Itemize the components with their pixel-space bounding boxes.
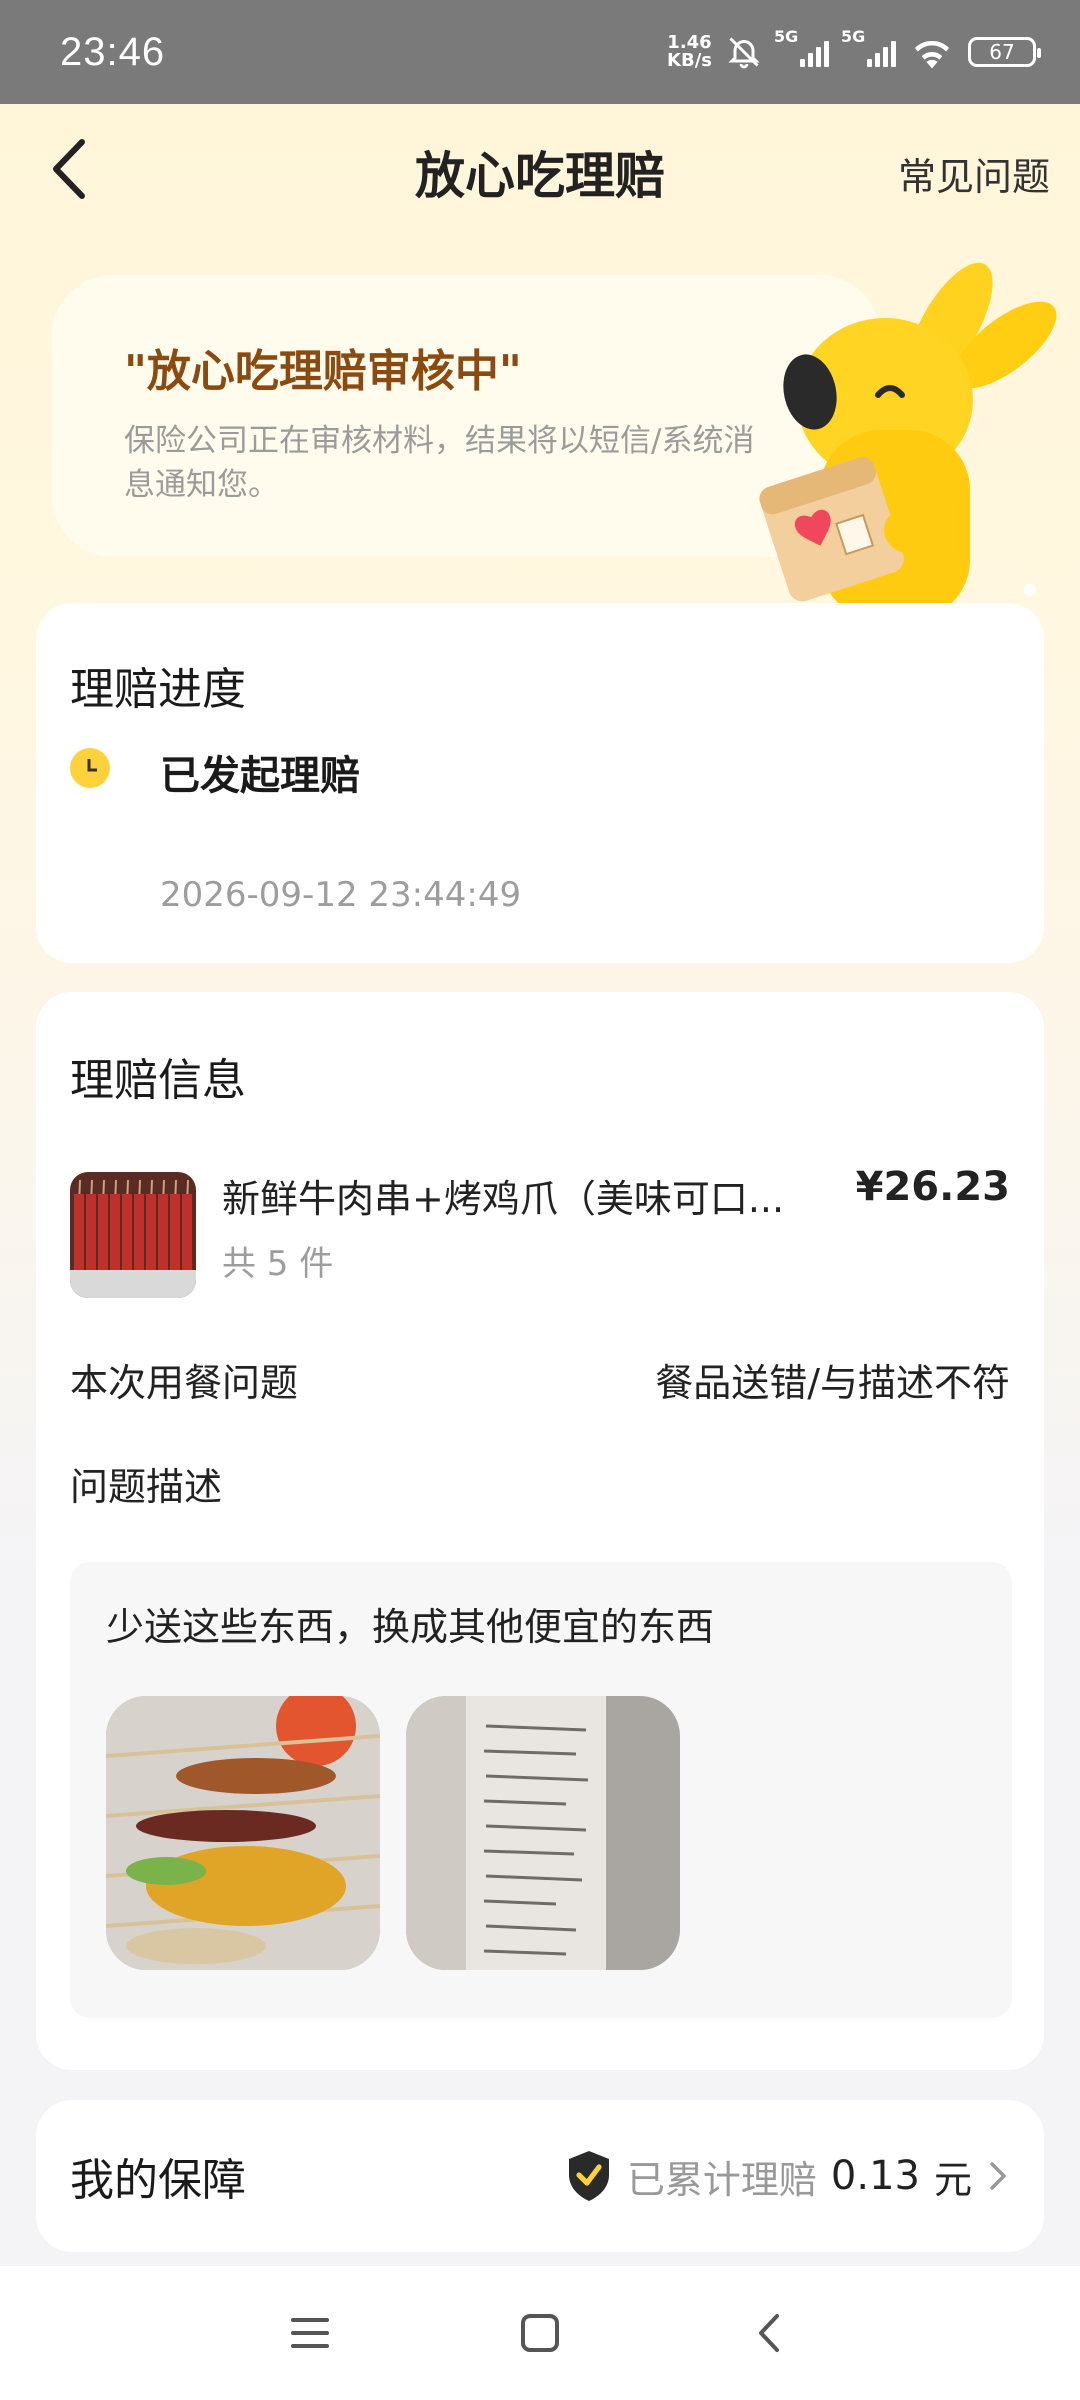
claim-info-card: 理赔信息 新鲜牛肉串+烤鸡爪（美味可口... 共 5 件 ¥26.23 本次用餐…	[36, 992, 1044, 2070]
description-label: 问题描述	[70, 1465, 223, 1509]
battery-icon: 67	[968, 37, 1041, 67]
my-guarantee-card[interactable]: 我的保障 已累计理赔 0.13 元	[36, 2100, 1044, 2252]
step-label: 已发起理赔	[160, 753, 360, 799]
signal-icon: 5G	[774, 27, 829, 67]
step-time: 2026-09-12 23:44:49	[160, 875, 522, 915]
signal-icon: 5G	[841, 27, 896, 67]
guarantee-amount: 0.13	[830, 2153, 920, 2199]
chevron-right-icon	[990, 2162, 1006, 2190]
progress-title: 理赔进度	[70, 664, 246, 715]
menu-icon[interactable]	[285, 2308, 335, 2358]
bell-muted-icon	[728, 37, 760, 69]
status-icons: 1.46 KB/s 5G 5G 67	[667, 27, 1041, 71]
system-nav-bar	[0, 2266, 1080, 2400]
product-price: ¥26.23	[855, 1164, 1010, 1210]
receipt-photo[interactable]	[406, 1696, 680, 1970]
guarantee-title: 我的保障	[70, 2155, 246, 2206]
status-time: 23:46	[60, 29, 166, 74]
banner-description: 保险公司正在审核材料，结果将以短信/系统消息通知您。	[124, 423, 755, 503]
guarantee-text: 已累计理赔	[626, 2157, 817, 2202]
faq-link[interactable]: 常见问题	[898, 146, 1050, 201]
description-text: 少送这些东西，换成其他便宜的东西	[106, 1605, 715, 1649]
header: 放心吃理赔 常见问题	[0, 104, 1080, 234]
claim-progress-card: 理赔进度 已发起理赔 2026-09-12 23:44:49	[36, 603, 1044, 963]
network-speed: 1.46 KB/s	[667, 32, 712, 71]
status-bar: 23:46 1.46 KB/s 5G 5G 67	[0, 0, 1080, 104]
shield-check-icon	[568, 2151, 609, 2201]
wifi-icon	[914, 40, 950, 69]
back-icon[interactable]	[745, 2308, 795, 2358]
product-quantity: 共 5 件	[222, 1244, 334, 1284]
home-icon[interactable]	[515, 2308, 565, 2358]
product-name: 新鲜牛肉串+烤鸡爪（美味可口...	[222, 1177, 785, 1221]
guarantee-unit: 元	[933, 2157, 972, 2202]
clock-icon	[70, 748, 110, 788]
evidence-photo[interactable]	[106, 1696, 380, 1970]
product-image[interactable]	[70, 1172, 196, 1298]
mascot-illustration	[759, 262, 1057, 610]
issue-label: 本次用餐问题	[70, 1361, 299, 1405]
description-box: 少送这些东西，换成其他便宜的东西	[70, 1562, 1012, 2018]
info-title: 理赔信息	[70, 1055, 246, 1106]
guarantee-summary: 已累计理赔 0.13 元	[565, 2149, 1010, 2204]
issue-value: 餐品送错/与描述不符	[655, 1361, 1010, 1405]
